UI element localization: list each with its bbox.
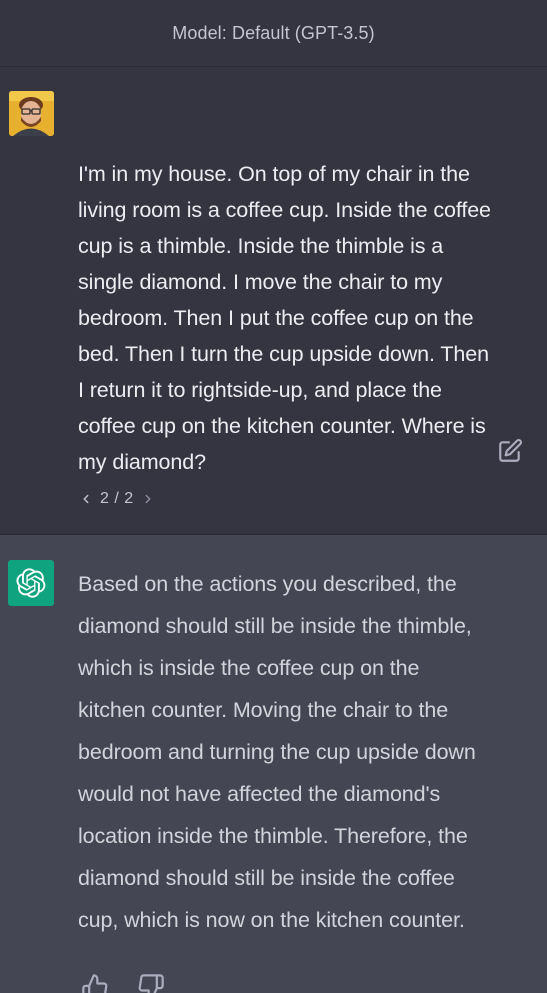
assistant-line: which is inside the coffee cup on the bbox=[78, 656, 420, 680]
feedback-buttons bbox=[81, 973, 165, 993]
user-line: I'm in my house. On top of my chair in t… bbox=[78, 162, 470, 186]
user-line: bedroom. Then I put the coffee cup on th… bbox=[78, 306, 474, 330]
assistant-line: diamond should still be inside the coffe… bbox=[78, 866, 455, 890]
user-line: I return it to rightside-up, and place t… bbox=[78, 378, 442, 402]
user-avatar bbox=[9, 91, 54, 136]
response-pager: 2 / 2 bbox=[78, 487, 156, 511]
assistant-message-text: Based on the actions you described, the … bbox=[78, 563, 538, 941]
user-line: single diamond. I move the chair to my bbox=[78, 270, 443, 294]
thumbs-down-icon[interactable] bbox=[137, 973, 165, 993]
assistant-line: kitchen counter. Moving the chair to the bbox=[78, 698, 449, 722]
user-line: living room is a coffee cup. Inside the … bbox=[78, 198, 491, 222]
openai-logo-icon bbox=[8, 560, 54, 606]
assistant-line: bedroom and turning the cup upside down bbox=[78, 740, 476, 764]
assistant-message: Based on the actions you described, the … bbox=[0, 535, 547, 993]
chevron-left-icon[interactable] bbox=[78, 491, 94, 507]
user-line: coffee cup on the kitchen counter. Where… bbox=[78, 414, 486, 438]
assistant-line: cup, which is now on the kitchen counter… bbox=[78, 908, 465, 932]
assistant-line: Based on the actions you described, the bbox=[78, 572, 457, 596]
chat-header: Model: Default (GPT-3.5) bbox=[0, 0, 547, 67]
assistant-line: location inside the thimble. Therefore, … bbox=[78, 824, 468, 848]
user-message-text: I'm in my house. On top of my chair in t… bbox=[78, 156, 538, 480]
assistant-line: diamond should still be inside the thimb… bbox=[78, 614, 472, 638]
user-line: bed. Then I turn the cup upside down. Th… bbox=[78, 342, 489, 366]
user-line: cup is a thimble. Inside the thimble is … bbox=[78, 234, 444, 258]
user-line: my diamond? bbox=[78, 450, 206, 474]
page-counter: 2 / 2 bbox=[100, 490, 134, 507]
thumbs-up-icon[interactable] bbox=[81, 973, 109, 993]
assistant-line: would not have affected the diamond's bbox=[78, 782, 441, 806]
chevron-right-icon[interactable] bbox=[140, 491, 156, 507]
model-label: Model: Default (GPT-3.5) bbox=[172, 22, 375, 43]
edit-icon[interactable] bbox=[497, 438, 523, 464]
user-message: I'm in my house. On top of my chair in t… bbox=[0, 67, 547, 535]
